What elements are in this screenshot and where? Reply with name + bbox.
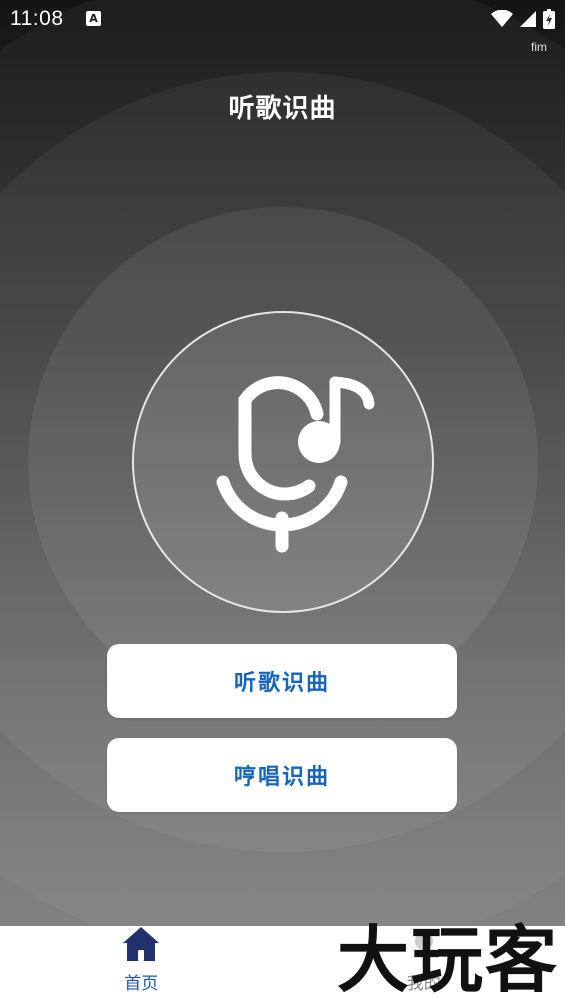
signal-icon [519,10,537,32]
status-bar: 11:08 A fim [0,0,565,54]
listen-recognize-button[interactable]: 听歌识曲 [107,644,457,718]
profile-icon [407,925,441,967]
notification-a-icon: A [86,11,101,26]
tab-home-label: 首页 [124,974,159,994]
home-icon [121,925,161,967]
bottom-tab-bar: 首页 我的 [0,926,565,1004]
page-title: 听歌识曲 [228,94,337,124]
tab-home[interactable]: 首页 [0,926,283,1004]
battery-charging-icon [543,9,555,33]
tab-profile-label: 我的 [406,974,441,994]
wifi-icon [491,9,513,32]
status-icons [491,9,555,33]
tab-profile[interactable]: 我的 [283,926,565,1004]
ime-indicator: fim [531,40,547,54]
app-screen: 11:08 A fim 听歌识曲 听歌识曲 哼唱识曲 首页 我的 大玩客 [0,0,565,1004]
status-time: 11:08 [10,7,64,30]
hum-recognize-button[interactable]: 哼唱识曲 [107,738,457,812]
mic-music-note-icon [216,376,375,553]
